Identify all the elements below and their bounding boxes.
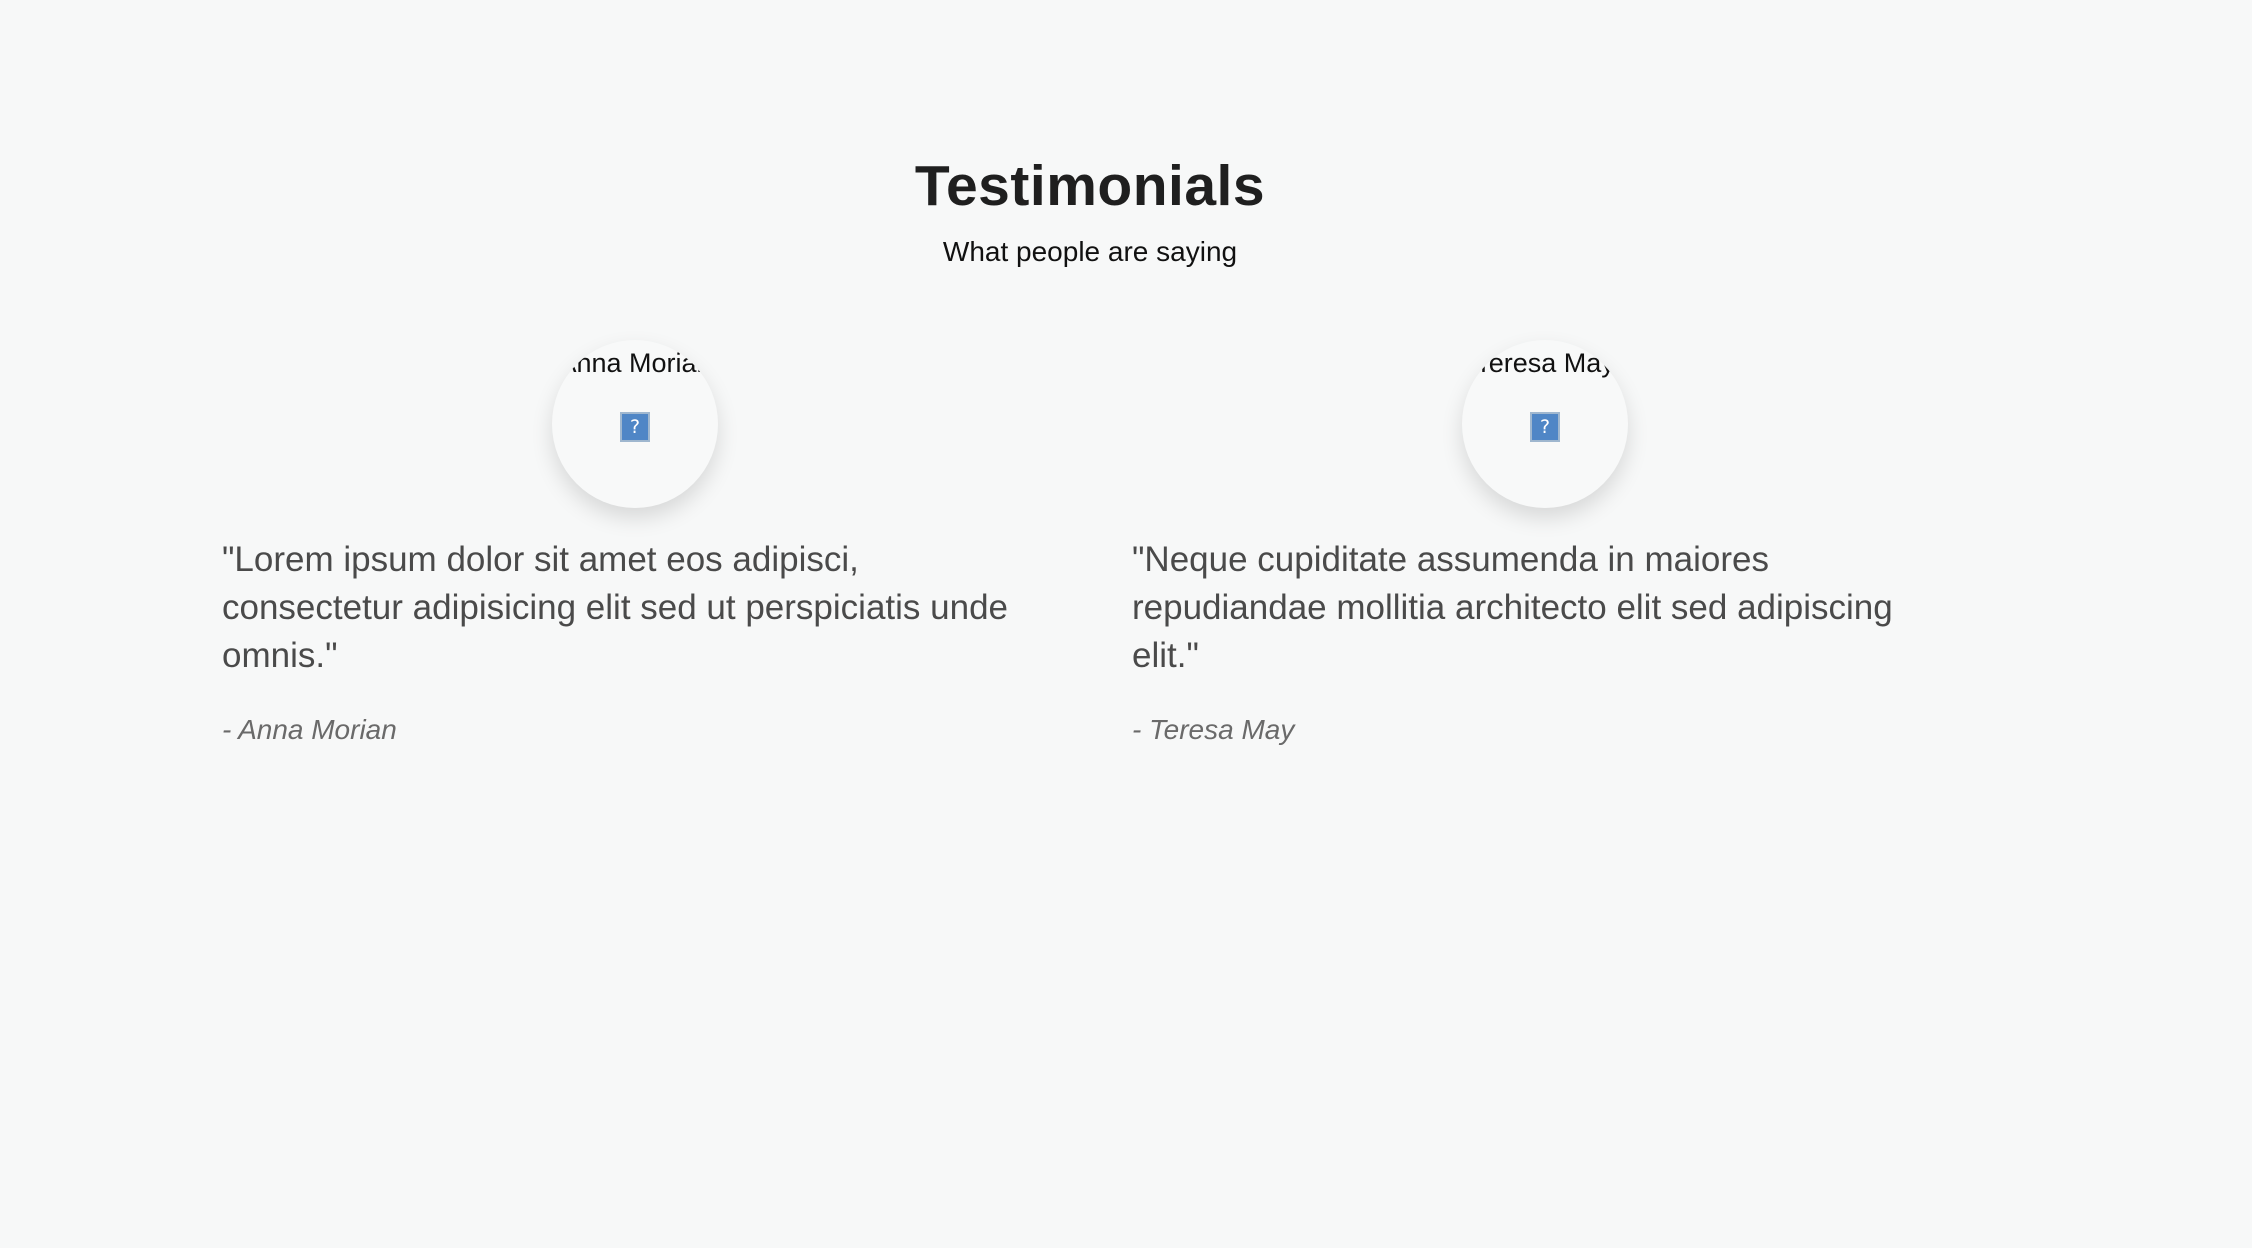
testimonial-author: - Anna Morian — [222, 714, 397, 745]
broken-image-icon — [620, 412, 650, 442]
testimonial-quote: "Lorem ipsum dolor sit amet eos adipisci… — [222, 540, 1008, 675]
section-subtitle: What people are saying — [942, 236, 1238, 267]
avatar-alt-text: Teresa May — [1475, 348, 1615, 378]
testimonial-author: - Teresa May — [1132, 714, 1295, 745]
testimonial-quote: "Neque cupiditate assumenda in maiores r… — [1132, 540, 1893, 675]
avatar: Teresa May — [1462, 340, 1628, 508]
broken-image-icon — [1530, 412, 1560, 442]
avatar-alt-text: Anna Morian — [558, 348, 712, 378]
avatar: Anna Morian — [552, 340, 718, 508]
testimonials-section: Testimonials What people are saying Anna… — [0, 0, 2252, 1248]
section-title: Testimonials — [914, 154, 1266, 218]
